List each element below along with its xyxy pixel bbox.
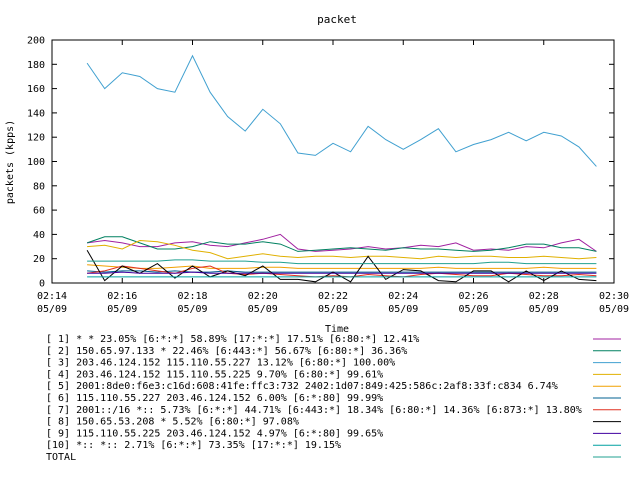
x-tick-date-label: 05/09 bbox=[599, 304, 629, 315]
x-tick-date-label: 05/09 bbox=[37, 304, 67, 315]
y-tick-label: 20 bbox=[33, 254, 45, 265]
y-tick-label: 80 bbox=[33, 181, 45, 192]
x-tick-date-label: 05/09 bbox=[458, 304, 488, 315]
legend-label-5: [ 5] 2001:8de0:f6e3:c16d:608:41fe:ffc3:7… bbox=[46, 381, 558, 392]
legend-label-3: [ 3] 203.46.124.152 115.110.55.227 13.12… bbox=[46, 358, 395, 369]
x-tick-label: 02:16 bbox=[107, 291, 137, 302]
y-tick-label: 100 bbox=[27, 157, 45, 168]
y-tick-label: 140 bbox=[27, 108, 45, 119]
x-tick-date-label: 05/09 bbox=[318, 304, 348, 315]
legend-label-6: [ 6] 115.110.55.227 203.46.124.152 6.00%… bbox=[46, 393, 383, 404]
x-tick-label: 02:14 bbox=[37, 291, 67, 302]
series-line-3 bbox=[86, 54, 597, 167]
y-axis-label: packets (kpps) bbox=[5, 120, 16, 204]
chart-title: packet bbox=[317, 13, 357, 26]
y-tick-label: 160 bbox=[27, 84, 45, 95]
x-tick-date-label: 05/09 bbox=[177, 304, 207, 315]
x-tick-label: 02:18 bbox=[177, 291, 207, 302]
legend-label-9: [ 9] 115.110.55.225 203.46.124.152 4.97%… bbox=[46, 428, 383, 439]
x-tick-label: 02:26 bbox=[458, 291, 488, 302]
legend-label-7: [ 7] 2001::/16 *:: 5.73% [6:*:*] 44.71% … bbox=[46, 405, 582, 416]
legend-label-1: [ 1] * * 23.05% [6:*:*] 58.89% [17:*:*] … bbox=[46, 334, 419, 345]
x-tick-label: 02:30 bbox=[599, 291, 629, 302]
y-tick-label: 180 bbox=[27, 60, 45, 71]
y-tick-label: 60 bbox=[33, 206, 45, 217]
x-tick-date-label: 05/09 bbox=[529, 304, 559, 315]
x-tick-date-label: 05/09 bbox=[388, 304, 418, 315]
series-line-11 bbox=[87, 259, 597, 265]
x-tick-label: 02:28 bbox=[529, 291, 559, 302]
legend-label-8: [ 8] 150.65.53.208 * 5.52% [6:80:*] 97.0… bbox=[46, 417, 299, 428]
chart: packet packets (kpps) Time 0204060801001… bbox=[5, 13, 629, 463]
legend-label-2: [ 2] 150.65.97.133 * 22.46% [6:443:*] 56… bbox=[46, 346, 407, 357]
x-tick-label: 02:22 bbox=[318, 291, 348, 302]
legend: [ 1] * * 23.05% [6:*:*] 58.89% [17:*:*] … bbox=[46, 334, 621, 463]
series-lines bbox=[86, 54, 597, 283]
y-tick-label: 200 bbox=[27, 36, 45, 47]
legend-label-11: TOTAL bbox=[46, 452, 76, 463]
y-tick-label: 0 bbox=[39, 279, 45, 290]
series-line-5 bbox=[87, 264, 597, 269]
legend-label-10: [10] *:: *:: 2.71% [6:*:*] 73.35% [17:*:… bbox=[46, 440, 341, 451]
y-tick-label: 120 bbox=[27, 133, 45, 144]
x-tick-label: 02:20 bbox=[248, 291, 278, 302]
x-tick-label: 02:24 bbox=[388, 291, 418, 302]
legend-label-4: [ 4] 203.46.124.152 115.110.55.225 9.70%… bbox=[46, 369, 383, 380]
x-tick-date-label: 05/09 bbox=[107, 304, 137, 315]
y-tick-label: 40 bbox=[33, 230, 45, 241]
x-tick-date-label: 05/09 bbox=[248, 304, 278, 315]
